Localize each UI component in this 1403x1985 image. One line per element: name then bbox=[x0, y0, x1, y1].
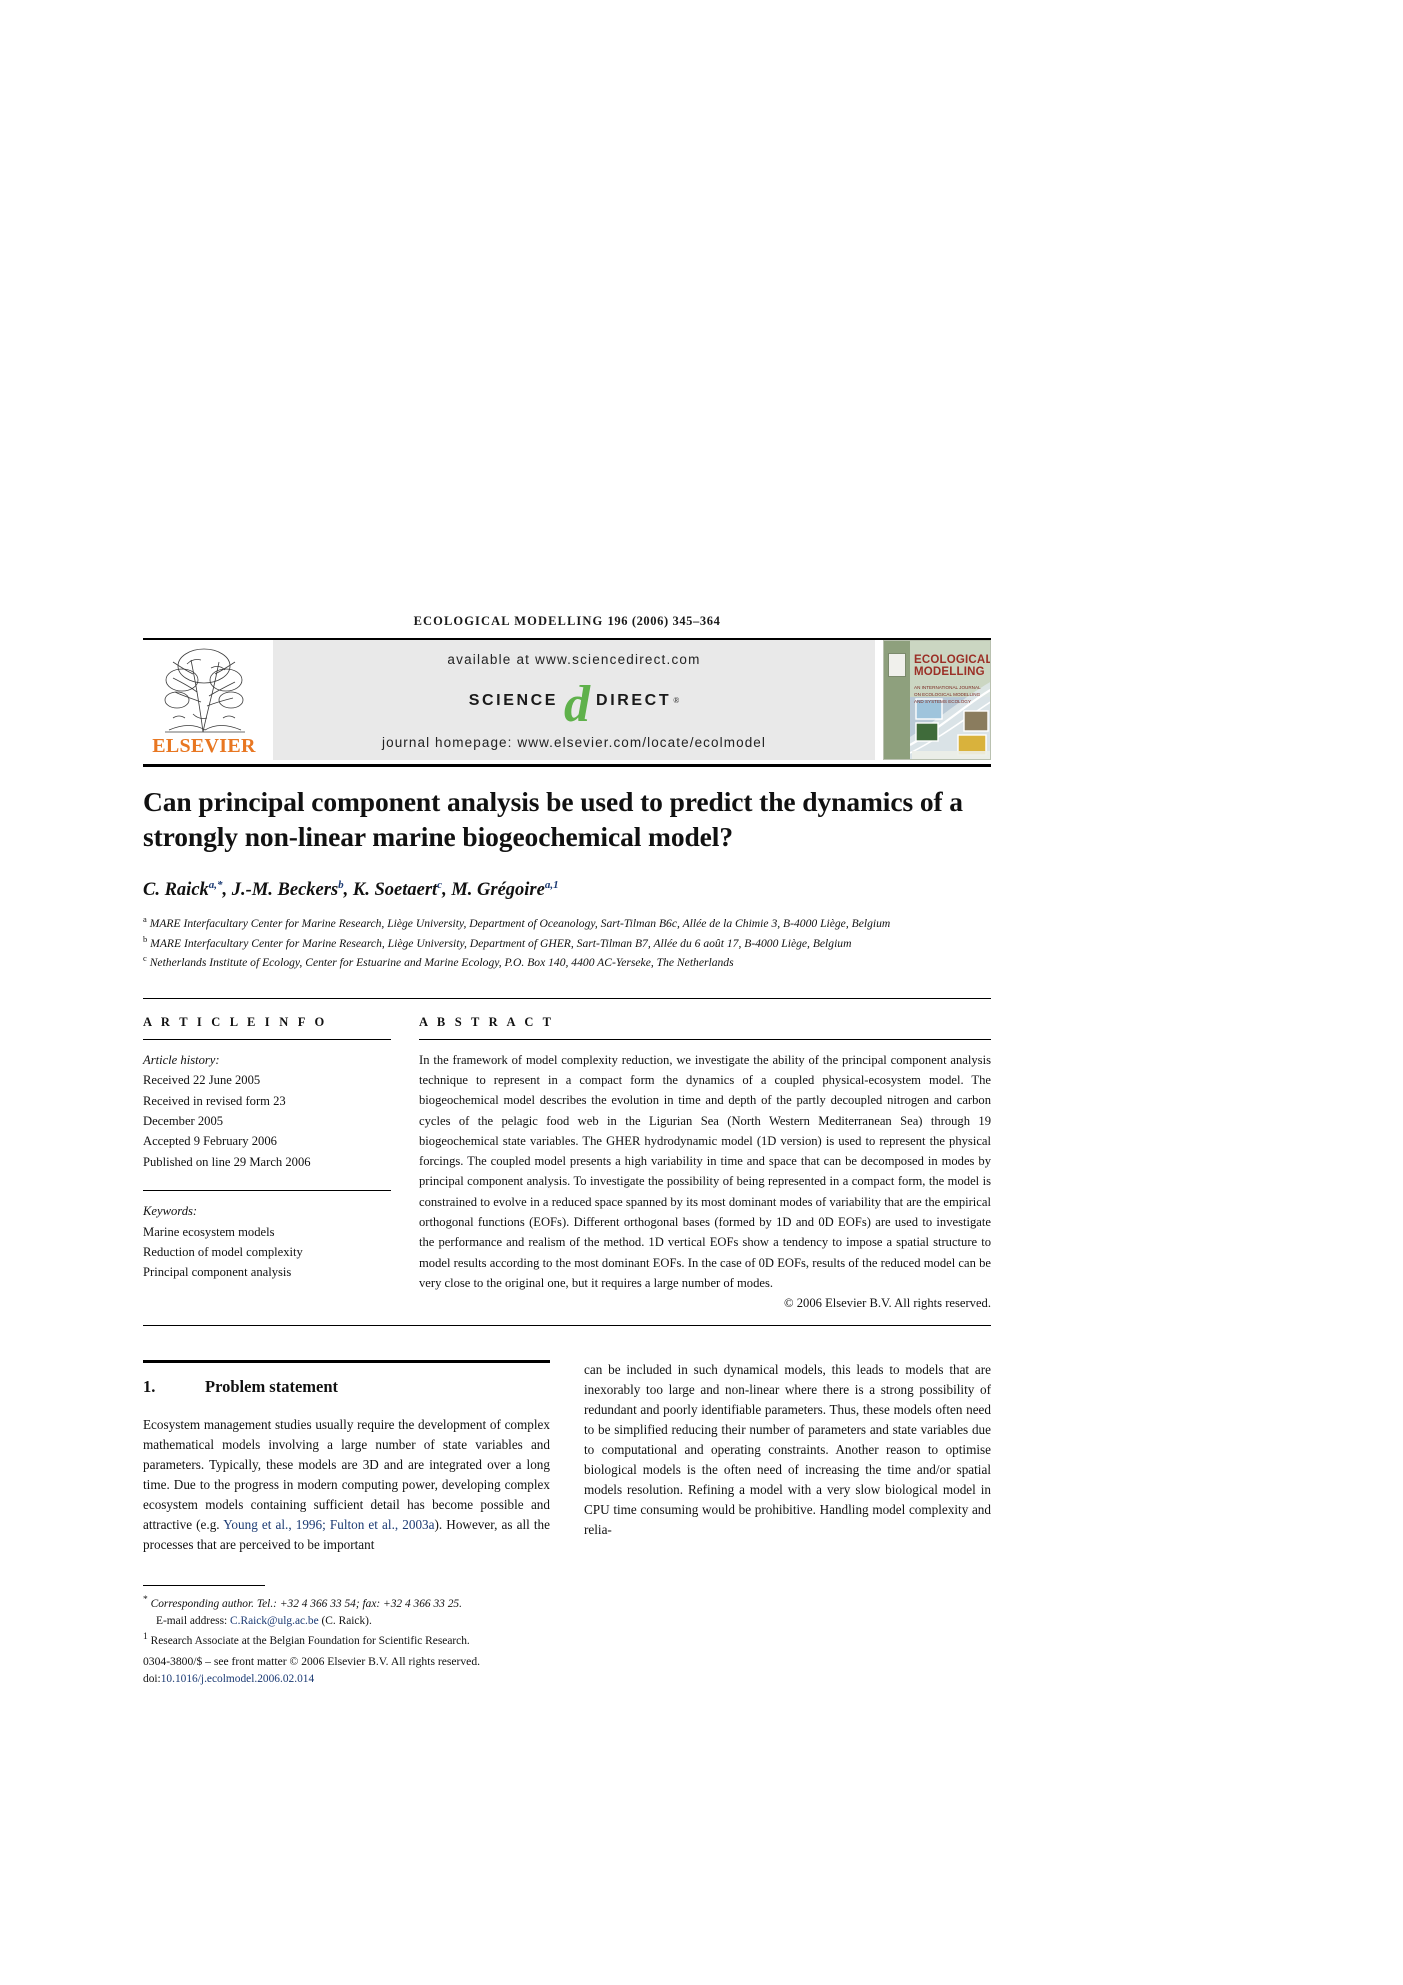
keywords-heading: Keywords: bbox=[143, 1204, 198, 1219]
email-owner: (C. Raick). bbox=[321, 1614, 372, 1627]
journal-cover-thumbnail: ECOLOGICAL MODELLING AN INTERNATIONAL JO… bbox=[883, 640, 991, 760]
keyword-item: Reduction of model complexity bbox=[143, 1244, 303, 1259]
body-column-left: 1. Problem statement Ecosystem managemen… bbox=[143, 1360, 550, 1688]
doi-link[interactable]: 10.1016/j.ecolmodel.2006.02.014 bbox=[161, 1673, 314, 1685]
cover-title: ECOLOGICAL MODELLING bbox=[914, 654, 991, 678]
email-label: E-mail address: bbox=[156, 1614, 228, 1627]
abstract-text: In the framework of model complexity red… bbox=[419, 1052, 991, 1290]
article-history-block: Article history: Received 22 June 2005 R… bbox=[143, 1050, 391, 1172]
article-info-label: A R T I C L E I N F O bbox=[143, 1014, 328, 1029]
body-paragraph-left: Ecosystem management studies usually req… bbox=[143, 1417, 551, 1553]
footnote-email-line: E-mail address: C.Raick@ulg.ac.be (C. Ra… bbox=[143, 1613, 550, 1630]
affiliation-text-a: MARE Interfacultary Center for Marine Re… bbox=[149, 917, 891, 931]
author-list: C. Raicka,*, J.-M. Beckersb, K. Soetaert… bbox=[143, 879, 559, 901]
footnote-note-1: 1 Research Associate at the Belgian Foun… bbox=[143, 1630, 550, 1650]
doi-line: doi:10.1016/j.ecolmodel.2006.02.014 bbox=[143, 1671, 550, 1688]
body-column-right: can be included in such dynamical models… bbox=[584, 1360, 991, 1688]
issn-copyright-line: 0304-3800/$ – see front matter © 2006 El… bbox=[143, 1654, 481, 1668]
abstract-bottom-divider bbox=[143, 1325, 991, 1327]
keyword-item: Marine ecosystem models bbox=[143, 1224, 275, 1239]
section-title: Problem statement bbox=[205, 1377, 339, 1397]
footnote-block: * Corresponding author. Tel.: +32 4 366 … bbox=[143, 1585, 550, 1688]
article-info-divider bbox=[143, 1038, 391, 1040]
registered-trademark-icon: ® bbox=[673, 696, 680, 706]
doi-label: doi: bbox=[143, 1672, 161, 1685]
section-heading-problem-statement: 1. Problem statement bbox=[143, 1377, 550, 1397]
history-item: Accepted 9 February 2006 bbox=[143, 1134, 277, 1149]
sciencedirect-science-text: SCIENCE bbox=[468, 691, 559, 709]
paper-page: ECOLOGICAL MODELLING 196 (2006) 345–364 bbox=[0, 0, 1403, 1985]
journal-homepage-text: journal homepage: www.elsevier.com/locat… bbox=[381, 734, 767, 750]
article-history-heading: Article history: bbox=[143, 1052, 220, 1067]
footnote-corresponding-author: * Corresponding author. Tel.: +32 4 366 … bbox=[143, 1593, 550, 1613]
affiliation-item: a MARE Interfacultary Center for Marine … bbox=[143, 913, 991, 932]
footnote-marker-1: 1 bbox=[143, 1632, 148, 1643]
title-divider bbox=[143, 764, 991, 767]
abstract-label: A B S T R A C T bbox=[419, 1014, 555, 1029]
cover-subtitle: AN INTERNATIONAL JOURNAL ON ECOLOGICAL M… bbox=[914, 685, 981, 704]
sciencedirect-band: available at www.sciencedirect.com SCIEN… bbox=[273, 640, 875, 760]
keywords-block: Keywords: Marine ecosystem models Reduct… bbox=[143, 1201, 391, 1283]
email-link[interactable]: C.Raick@ulg.ac.be bbox=[230, 1615, 319, 1627]
sciencedirect-d-icon: d bbox=[564, 675, 591, 733]
history-item: Published on line 29 March 2006 bbox=[143, 1154, 311, 1169]
abstract-divider bbox=[419, 1038, 991, 1040]
footnote-note1-text: Research Associate at the Belgian Founda… bbox=[150, 1634, 470, 1647]
abstract-column: A B S T R A C T In the framework of mode… bbox=[413, 999, 991, 1311]
cover-title-line2: MODELLING bbox=[914, 665, 985, 678]
available-at-text: available at www.sciencedirect.com bbox=[447, 652, 701, 667]
elsevier-wordmark: ELSEVIER bbox=[152, 735, 256, 757]
sciencedirect-direct-text: DIRECT bbox=[596, 691, 672, 709]
section-divider bbox=[143, 1360, 550, 1364]
sciencedirect-logo: SCIENCE d DIRECT ® bbox=[468, 679, 680, 730]
elsevier-logo: ELSEVIER bbox=[143, 640, 265, 760]
keywords-divider bbox=[143, 1190, 391, 1192]
body-paragraph-right: can be included in such dynamical models… bbox=[584, 1362, 991, 1538]
article-info-column: A R T I C L E I N F O Article history: R… bbox=[143, 999, 413, 1311]
affiliation-item: c Netherlands Institute of Ecology, Cent… bbox=[143, 952, 991, 971]
keyword-item: Principal component analysis bbox=[143, 1265, 292, 1280]
abstract-copyright: © 2006 Elsevier B.V. All rights reserved… bbox=[784, 1296, 991, 1311]
journal-masthead: ELSEVIER available at www.sciencedirect.… bbox=[143, 638, 991, 760]
cover-elsevier-box-icon bbox=[888, 653, 906, 677]
running-head-journal: ECOLOGICAL MODELLING bbox=[413, 614, 604, 628]
history-item: Received 22 June 2005 bbox=[143, 1073, 261, 1088]
affiliation-marker-b: b bbox=[143, 933, 148, 944]
affiliation-marker-c: c bbox=[143, 953, 147, 964]
affiliation-text-c: Netherlands Institute of Ecology, Center… bbox=[149, 956, 734, 970]
affiliation-marker-a: a bbox=[143, 914, 147, 925]
page-title: Can principal component analysis be used… bbox=[143, 786, 963, 852]
running-head: ECOLOGICAL MODELLING 196 (2006) 345–364 bbox=[143, 614, 991, 629]
affiliation-text-b: MARE Interfacultary Center for Marine Re… bbox=[150, 936, 852, 950]
cover-title-line1: ECOLOGICAL bbox=[914, 654, 991, 666]
section-number: 1. bbox=[143, 1377, 156, 1397]
history-item: December 2005 bbox=[143, 1114, 224, 1129]
elsevier-tree-icon bbox=[164, 648, 245, 733]
footnote-divider bbox=[143, 1585, 265, 1587]
running-head-volume: 196 (2006) 345–364 bbox=[607, 614, 721, 628]
article-content: ECOLOGICAL MODELLING 196 (2006) 345–364 bbox=[143, 614, 991, 1688]
info-abstract-section: A R T I C L E I N F O Article history: R… bbox=[143, 997, 991, 1311]
history-item: Received in revised form 23 bbox=[143, 1093, 286, 1108]
affiliation-item: b MARE Interfacultary Center for Marine … bbox=[143, 933, 991, 952]
affiliation-list: a MARE Interfacultary Center for Marine … bbox=[143, 913, 991, 971]
footnote-corresponding-text: Corresponding author. Tel.: +32 4 366 33… bbox=[150, 1597, 462, 1610]
footnote-marker-asterisk: * bbox=[143, 1595, 148, 1606]
body-columns: 1. Problem statement Ecosystem managemen… bbox=[143, 1360, 991, 1688]
